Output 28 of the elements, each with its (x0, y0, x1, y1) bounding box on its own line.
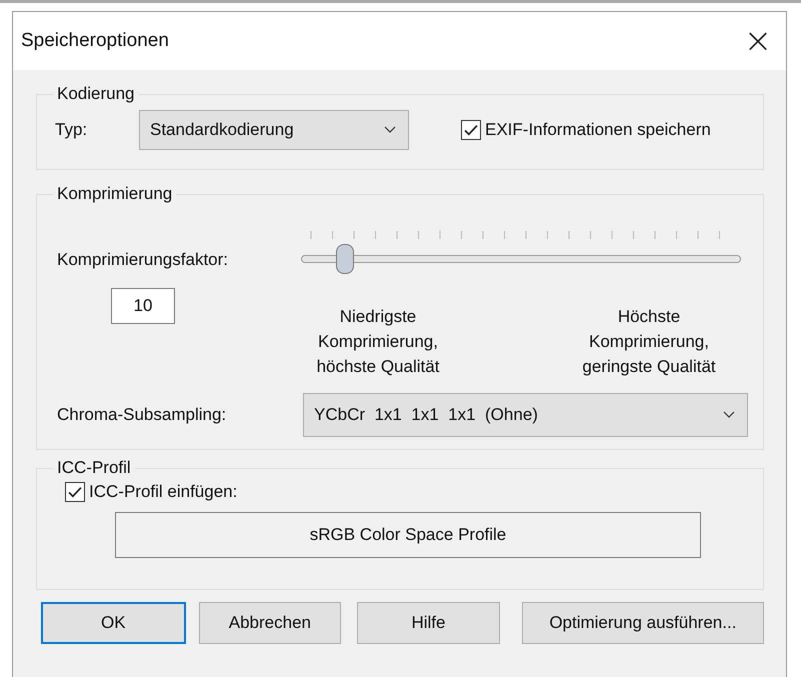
dialog-button[interactable]: Optimierung ausführen... (522, 602, 764, 644)
dialog-button[interactable]: Hilfe (357, 602, 500, 644)
checkmark-icon (68, 486, 82, 498)
chevron-down-icon (384, 126, 396, 134)
icc-checkbox[interactable] (65, 482, 85, 502)
dialog-button[interactable]: OK (41, 602, 186, 644)
chroma-dropdown[interactable]: YCbCr 1x1 1x1 1x1 (Ohne) (303, 393, 748, 437)
window-title: Speicheroptionen (21, 30, 169, 52)
type-label: Typ: (54, 120, 88, 140)
type-dropdown[interactable]: Standardkodierung (139, 110, 409, 150)
group-legend: ICC-Profil (53, 458, 135, 478)
chroma-label: Chroma-Subsampling: (56, 405, 228, 425)
low-compression-caption: Niedrigste Komprimierung, höchste Qualität (316, 306, 440, 378)
high-compression-caption: Höchste Komprimierung, geringste Qualität (581, 306, 717, 378)
chevron-down-icon (723, 411, 735, 419)
profile-button[interactable]: sRGB Color Space Profile (115, 512, 701, 558)
exif-checkbox[interactable] (461, 120, 481, 140)
compression-slider[interactable] (301, 244, 741, 274)
checkbox-label: ICC-Profil einfügen: (89, 482, 238, 502)
slider-thumb[interactable] (336, 244, 354, 274)
group-legend: Komprimierung (53, 184, 176, 204)
checkmark-icon (464, 124, 478, 136)
factor-label: Komprimierungsfaktor: (56, 250, 230, 271)
group-legend: Kodierung (53, 84, 139, 104)
dialog-button[interactable]: Abbrechen (198, 602, 342, 644)
checkbox-label: EXIF-Informationen speichern (485, 120, 711, 140)
factor-field[interactable]: 10 (111, 288, 175, 324)
close-button[interactable]: × (730, 21, 786, 61)
